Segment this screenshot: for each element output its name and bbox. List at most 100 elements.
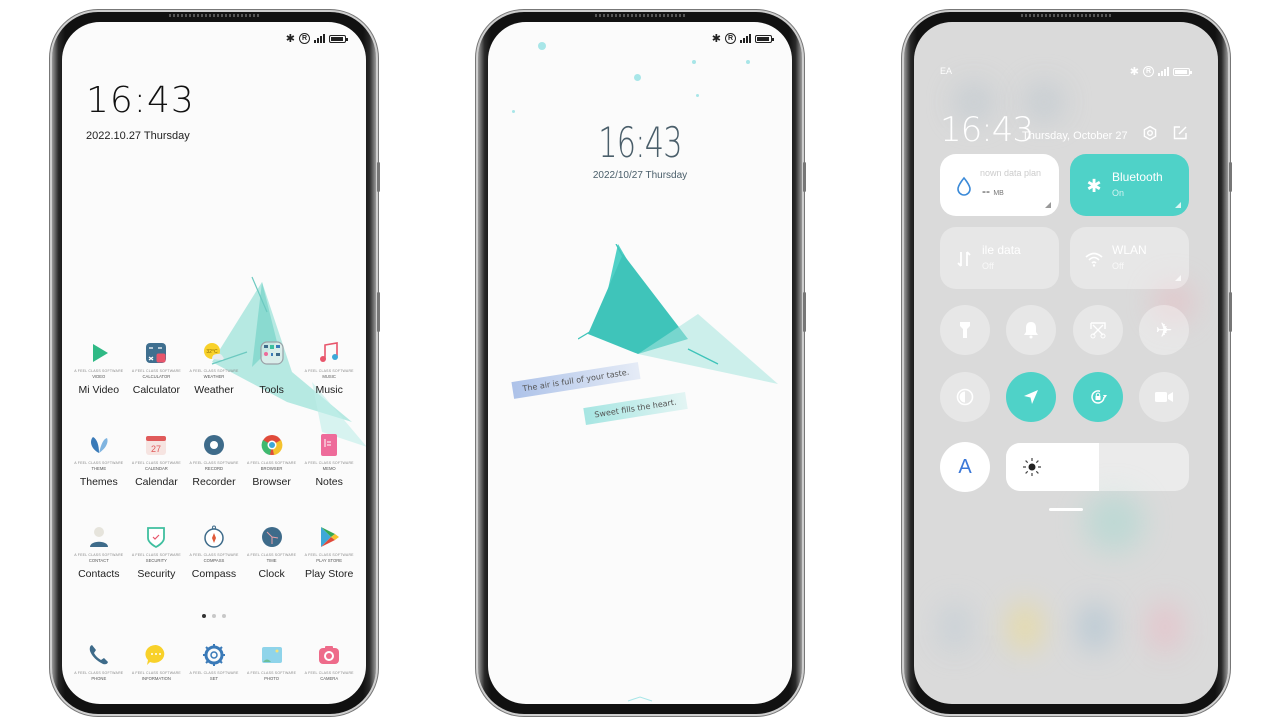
app-calculator[interactable]: A FEEL CLASS SOFTWARE CALCULATOR Calculat…	[128, 340, 186, 432]
registered-icon: R	[1143, 66, 1154, 77]
app-caption: A FEEL CLASS SOFTWARE	[189, 553, 239, 557]
app-play-store[interactable]: A FEEL CLASS SOFTWARE PLAY STORE Play Sto…	[300, 524, 358, 616]
app-label: Mi Video	[78, 384, 120, 396]
swipe-up-icon[interactable]	[627, 696, 653, 702]
airplane-icon: ✈	[1155, 319, 1173, 342]
registered-icon: R	[299, 33, 310, 44]
battery-icon	[755, 34, 774, 43]
bluetooth-tile[interactable]: ✱ Bluetooth On	[1070, 154, 1189, 216]
app-label: Browser	[252, 476, 291, 488]
bubble-decoration	[696, 94, 699, 97]
location-toggle[interactable]	[1006, 372, 1056, 422]
app-caption: A FEEL CLASS SOFTWARE	[74, 671, 124, 675]
app-clock[interactable]: A FEEL CLASS SOFTWARE TIME Clock	[243, 524, 301, 616]
folder-icon	[259, 340, 285, 366]
flashlight-toggle[interactable]	[940, 305, 990, 355]
settings-gear-icon[interactable]	[1142, 125, 1158, 141]
app-caption: A FEEL CLASS SOFTWARE	[304, 671, 354, 675]
play-store-icon	[316, 524, 342, 550]
auto-brightness-button[interactable]: A	[940, 442, 990, 492]
bell-icon	[1024, 322, 1038, 339]
brightness-slider[interactable]	[1006, 443, 1189, 491]
page-dot[interactable]	[222, 614, 226, 618]
dock-app-information[interactable]: A FEEL CLASS SOFTWARE INFORMATION	[128, 642, 186, 681]
app-calendar[interactable]: 27 A FEEL CLASS SOFTWARE CALENDAR Calendar	[128, 432, 186, 524]
app-caption: A FEEL CLASS SOFTWARE	[74, 553, 124, 557]
control-center-time: 16:43	[940, 110, 1034, 150]
app-caption: A FEEL CLASS SOFTWARE	[247, 671, 297, 675]
lock-screen: ✱ R 16:43 2022/10/27 Thursday The air is…	[488, 22, 792, 704]
power-button	[1229, 292, 1232, 332]
app-contacts[interactable]: A FEEL CLASS SOFTWARE CONTACT Contacts	[70, 524, 128, 616]
message-icon	[143, 642, 169, 668]
edit-icon[interactable]	[1172, 125, 1188, 141]
rotation-lock-toggle[interactable]	[1073, 372, 1123, 422]
app-tag: THEME	[91, 466, 107, 471]
app-tools[interactable]: Tools	[243, 340, 301, 432]
status-bar: ✱ R	[712, 32, 774, 45]
wlan-tile[interactable]: WLAN Off	[1070, 227, 1189, 289]
bubble-decoration	[512, 110, 515, 113]
power-button	[803, 292, 806, 332]
dark-mode-toggle[interactable]	[940, 372, 990, 422]
dock-app-phone[interactable]: A FEEL CLASS SOFTWARE PHONE	[70, 642, 128, 681]
status-bar: ✱ R	[286, 32, 348, 45]
lock-screen-date: 2022/10/27 Thursday	[592, 170, 688, 181]
clock-icon	[259, 524, 285, 550]
expand-corner-icon	[1175, 275, 1181, 281]
location-arrow-icon	[1024, 390, 1038, 404]
app-tag: PLAY STORE	[316, 558, 343, 563]
app-caption: A FEEL CLASS SOFTWARE	[74, 461, 124, 465]
app-tag: TIME	[266, 558, 277, 563]
drag-handle[interactable]	[1049, 508, 1083, 511]
volume-button	[803, 162, 806, 192]
mobile-data-tile[interactable]: ile data Off	[940, 227, 1059, 289]
control-center-date: Thursday, October 27	[1022, 130, 1128, 142]
app-weather[interactable]: 32°C A FEEL CLASS SOFTWARE WEATHER Weather	[185, 340, 243, 432]
app-recorder[interactable]: A FEEL CLASS SOFTWARE RECORD Recorder	[185, 432, 243, 524]
app-tag: MUSIC	[322, 374, 336, 379]
app-music[interactable]: A FEEL CLASS SOFTWARE MUSIC Music	[300, 340, 358, 432]
app-tag: VIDEO	[92, 374, 106, 379]
page-indicator[interactable]	[62, 614, 366, 618]
page-dot[interactable]	[212, 614, 216, 618]
scissors-icon	[1090, 322, 1106, 339]
airplane-mode-toggle[interactable]: ✈	[1139, 305, 1189, 355]
app-caption-spacer	[271, 369, 272, 373]
signal-icon	[314, 34, 325, 43]
registered-icon: R	[725, 33, 736, 44]
shield-icon	[143, 524, 169, 550]
app-notes[interactable]: A FEEL CLASS SOFTWARE MEMO Notes	[300, 432, 358, 524]
app-label: Contacts	[78, 568, 120, 580]
home-screen: ✱ R 16:43 2022.10.27 Thursday A FEEL CLA…	[62, 22, 366, 704]
app-caption: A FEEL CLASS SOFTWARE	[131, 553, 181, 557]
app-grid: A FEEL CLASS SOFTWARE VIDEO Mi Video A FEE…	[70, 340, 358, 616]
dock-app-camera[interactable]: A FEEL CLASS SOFTWARE CAMERA	[300, 642, 358, 681]
settings-icon	[201, 642, 227, 668]
tile-status: Off	[982, 261, 994, 271]
app-label: Music	[315, 384, 343, 396]
mute-toggle[interactable]	[1006, 305, 1056, 355]
tile-title: WLAN	[1112, 243, 1147, 257]
record-icon	[201, 432, 227, 458]
blurred-dock-icon	[1148, 602, 1182, 652]
photo-icon	[259, 642, 285, 668]
page-dot[interactable]	[202, 614, 206, 618]
app-caption: A FEEL CLASS SOFTWARE	[189, 369, 239, 373]
app-security[interactable]: A FEEL CLASS SOFTWARE SECURITY Security	[128, 524, 186, 616]
app-themes[interactable]: A FEEL CLASS SOFTWARE THEME Themes	[70, 432, 128, 524]
data-usage-tile[interactable]: nown data plan -- MB	[940, 154, 1059, 216]
clock-widget-time[interactable]: 16:43	[86, 80, 195, 121]
app-compass[interactable]: A FEEL CLASS SOFTWARE COMPASS Compass	[185, 524, 243, 616]
play-icon	[86, 340, 112, 366]
screenshot-toggle[interactable]	[1073, 305, 1123, 355]
dock: A FEEL CLASS SOFTWARE PHONE A FEEL CLASS…	[70, 642, 358, 681]
dock-app-photo[interactable]: A FEEL CLASS SOFTWARE PHOTO	[243, 642, 301, 681]
screen-recorder-toggle[interactable]	[1139, 372, 1189, 422]
auto-brightness-label: A	[958, 455, 972, 478]
dock-app-set[interactable]: A FEEL CLASS SOFTWARE SET	[185, 642, 243, 681]
app-tag: BROWSER	[260, 466, 283, 471]
app-browser[interactable]: A FEEL CLASS SOFTWARE BROWSER Browser	[243, 432, 301, 524]
app-mi-video[interactable]: A FEEL CLASS SOFTWARE VIDEO Mi Video	[70, 340, 128, 432]
app-label: Calendar	[135, 476, 178, 488]
